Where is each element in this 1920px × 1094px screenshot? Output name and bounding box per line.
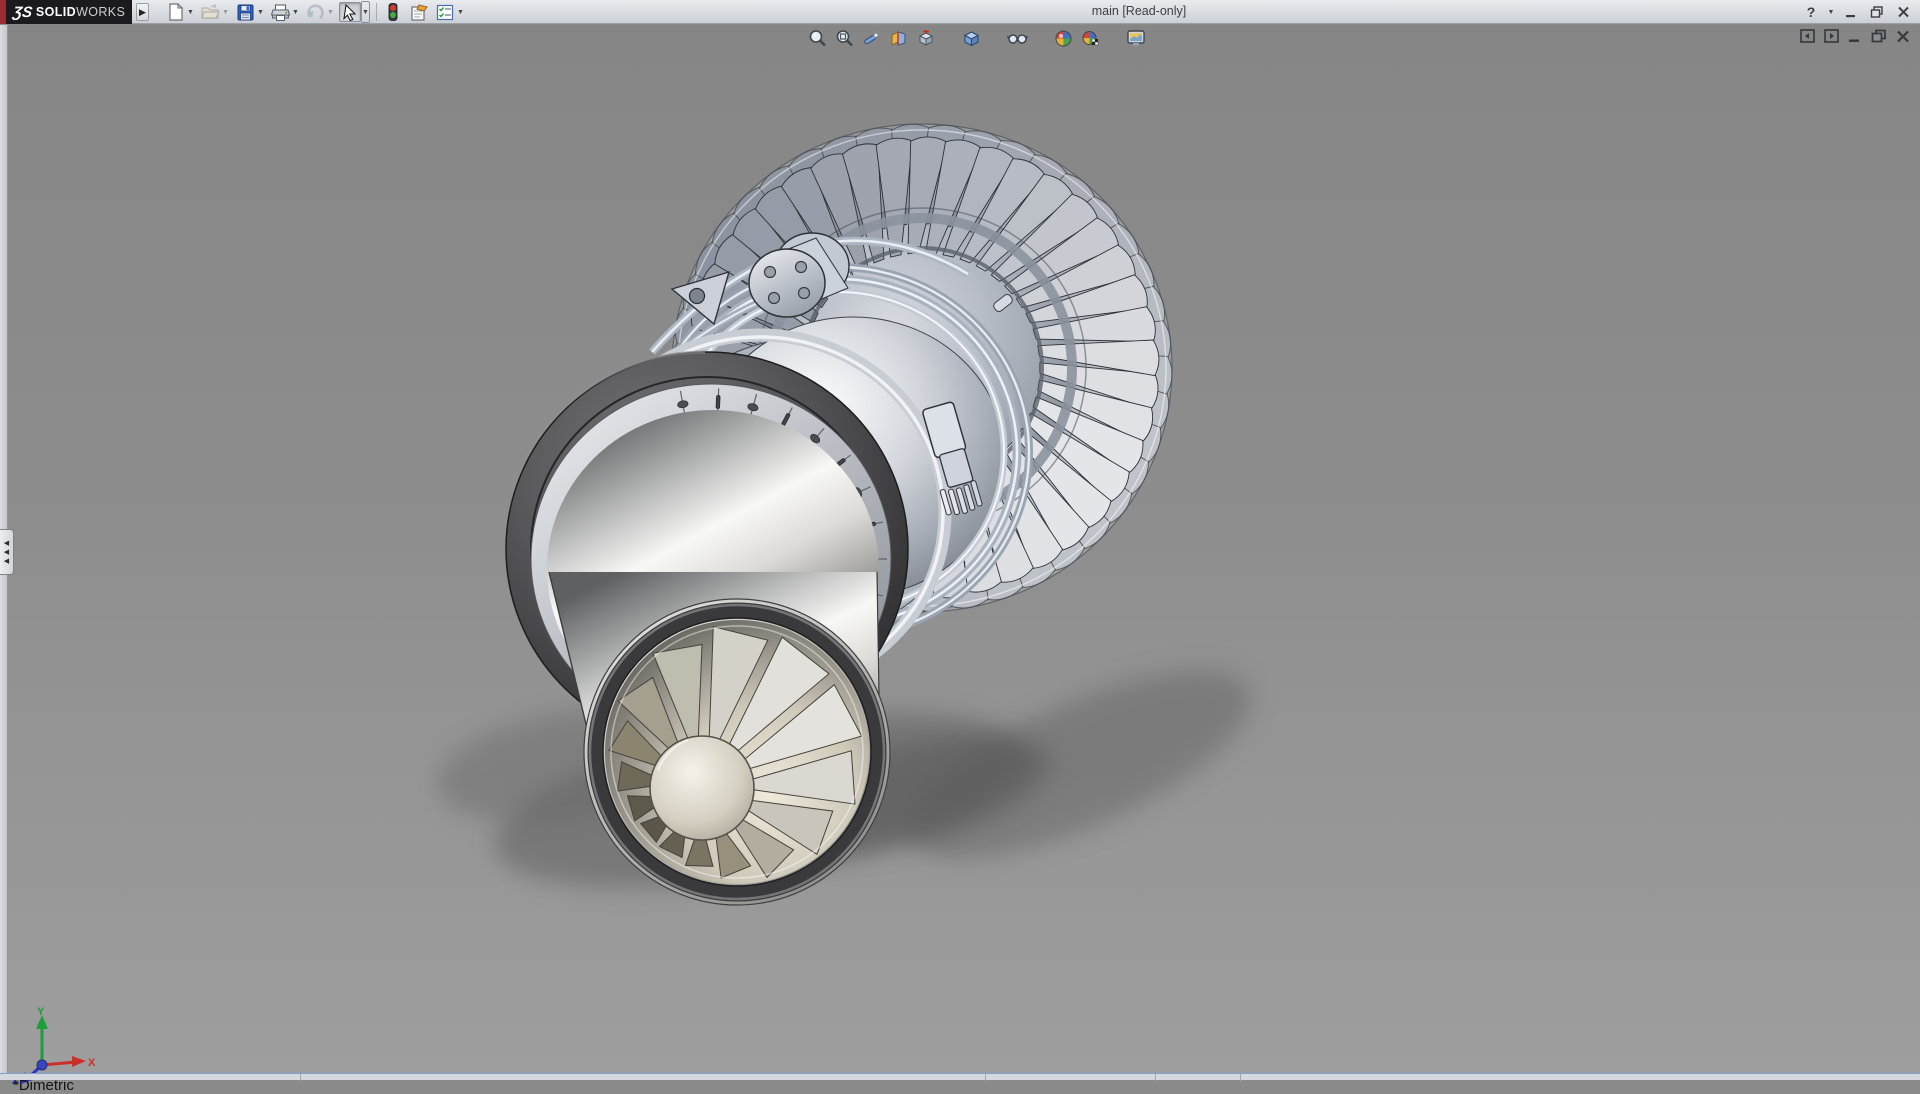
shaft-hub	[650, 736, 754, 840]
help-dropdown[interactable]: ▼	[1826, 3, 1836, 21]
doc-restore-icon	[1871, 29, 1887, 43]
save-floppy-icon	[237, 4, 254, 21]
rebuild-button[interactable]	[382, 2, 404, 22]
status-bar	[0, 1073, 1920, 1080]
solidworks-logo: ƷS SOLIDWORKS	[6, 0, 132, 24]
feature-panel-collapse-tab[interactable]: ◀ ◀ ◀	[0, 529, 14, 575]
restore-icon	[1870, 6, 1884, 18]
traffic-light-icon	[388, 3, 398, 21]
view-orientation-button[interactable]	[914, 28, 936, 48]
undo-button[interactable]	[304, 2, 326, 22]
triad-x-label: X	[88, 1057, 96, 1069]
display-style-button[interactable]	[960, 28, 982, 48]
toggle-left-pane-button[interactable]	[1800, 29, 1815, 43]
open-dropdown[interactable]: ▼	[221, 2, 230, 22]
triad-y-label: Y	[37, 1006, 45, 1018]
undo-arrow-icon	[306, 4, 324, 20]
minimize-icon	[1845, 6, 1858, 18]
zoom-to-fit-icon	[808, 29, 827, 48]
display-style-icon	[962, 29, 981, 48]
options-dropdown[interactable]: ▼	[456, 2, 465, 22]
toolbar-flyout-button[interactable]: ▶	[136, 3, 149, 21]
zoom-to-area-icon	[835, 29, 854, 48]
save-dropdown[interactable]: ▼	[256, 2, 265, 22]
print-button[interactable]	[269, 2, 291, 22]
brand-name: SOLIDWORKS	[36, 5, 125, 19]
doc-close-icon	[1896, 30, 1910, 43]
zoom-to-fit-button[interactable]	[806, 28, 828, 48]
new-document-button[interactable]	[164, 2, 186, 22]
toggle-right-pane-icon	[1824, 29, 1839, 43]
hide-show-items-button[interactable]	[1006, 28, 1028, 48]
magic-wand-button[interactable]	[860, 28, 882, 48]
window-controls: ? ▼	[1800, 0, 1914, 24]
close-icon	[1897, 6, 1910, 18]
select-tool-dropdown[interactable]: ▼	[361, 1, 370, 23]
zoom-to-area-button[interactable]	[833, 28, 855, 48]
edit-appearance-button[interactable]	[1052, 28, 1074, 48]
new-document-dropdown[interactable]: ▼	[186, 2, 195, 22]
eyeglasses-icon	[1007, 29, 1028, 47]
printer-icon	[271, 4, 290, 21]
flyout-arrow-icon: ▶	[139, 7, 146, 18]
title-bar: ƷS SOLIDWORKS ▶ ▼ ▼	[0, 0, 1920, 24]
undo-dropdown[interactable]: ▼	[326, 2, 335, 22]
select-tool-button[interactable]	[339, 2, 361, 22]
cursor-arrow-icon	[343, 4, 357, 21]
front-nozzle	[584, 599, 890, 905]
graphics-viewport[interactable]: Y X Z *Dimetric	[0, 25, 1920, 1073]
section-view-button[interactable]	[887, 28, 909, 48]
restore-button[interactable]	[1866, 3, 1888, 21]
file-properties-icon	[410, 4, 429, 21]
toggle-right-pane-button[interactable]	[1824, 29, 1839, 43]
section-view-icon	[889, 29, 908, 48]
collapse-arrow-icon: ◀	[4, 540, 9, 547]
options-button[interactable]	[434, 2, 456, 22]
headsup-view-toolbar	[806, 28, 1147, 48]
open-button[interactable]	[199, 2, 221, 22]
magic-wand-icon	[862, 29, 881, 48]
file-properties-button[interactable]	[408, 2, 430, 22]
print-dropdown[interactable]: ▼	[291, 2, 300, 22]
doc-close-button[interactable]	[1896, 30, 1910, 43]
toolbar-separator	[376, 3, 377, 21]
standard-toolbar: ▼ ▼	[164, 0, 469, 24]
close-button[interactable]	[1892, 3, 1914, 21]
document-window-controls	[1800, 29, 1910, 43]
doc-minimize-icon	[1848, 30, 1862, 43]
save-button[interactable]	[234, 2, 256, 22]
options-checklist-icon	[436, 4, 454, 21]
appearance-ball-icon	[1054, 29, 1073, 48]
window-title: main [Read-only]	[1092, 4, 1187, 18]
collapse-arrow-icon: ◀	[4, 549, 9, 556]
apply-scene-icon	[1081, 29, 1100, 48]
doc-minimize-button[interactable]	[1848, 30, 1862, 43]
open-folder-icon	[201, 4, 220, 20]
view-orientation-icon	[916, 29, 935, 48]
dassault-3ds-glyph: ƷS	[11, 4, 33, 21]
help-button[interactable]: ?	[1800, 3, 1822, 21]
view-settings-icon	[1126, 29, 1146, 47]
minimize-button[interactable]	[1840, 3, 1862, 21]
apply-scene-button[interactable]	[1079, 28, 1101, 48]
engine-3d-model	[0, 25, 1920, 1073]
checkered-flag	[1092, 39, 1098, 45]
doc-restore-button[interactable]	[1871, 29, 1887, 43]
new-document-icon	[167, 3, 184, 21]
toggle-left-pane-icon	[1800, 29, 1815, 43]
view-settings-button[interactable]	[1125, 28, 1147, 48]
collapse-arrow-icon: ◀	[4, 558, 9, 565]
